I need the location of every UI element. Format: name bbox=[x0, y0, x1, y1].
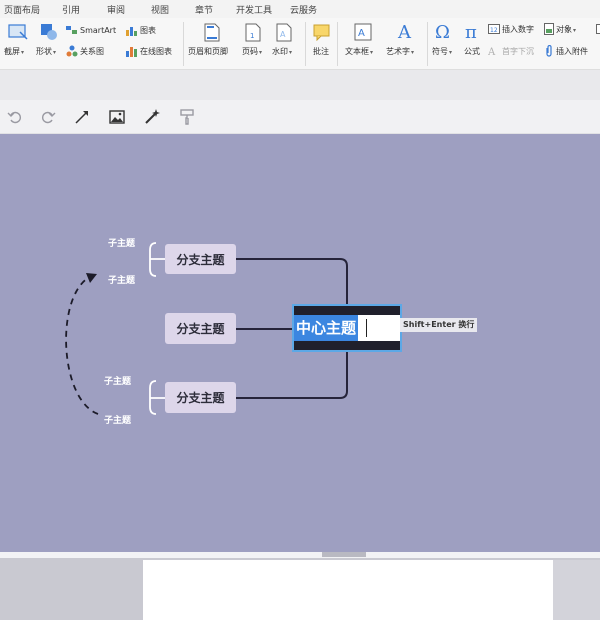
central-topic-editor[interactable]: 中心主题 bbox=[294, 315, 400, 341]
document-page[interactable] bbox=[143, 560, 553, 620]
branch-topic-node[interactable]: 分支主题 bbox=[165, 313, 236, 344]
branch-topic-label: 分支主题 bbox=[176, 391, 225, 405]
subtopic-label[interactable]: 子主题 bbox=[104, 413, 131, 426]
resize-handle[interactable] bbox=[322, 552, 366, 557]
branch-topic-node[interactable]: 分支主题 bbox=[165, 244, 236, 274]
subtopic-label[interactable]: 子主题 bbox=[108, 273, 135, 286]
branch-topic-label: 分支主题 bbox=[176, 252, 225, 267]
branch-topic-label: 分支主题 bbox=[176, 322, 225, 336]
text-cursor bbox=[366, 319, 367, 337]
canvas-bottom-edge bbox=[0, 552, 600, 558]
central-topic-text: 中心主题 bbox=[294, 315, 359, 341]
document-area bbox=[0, 552, 600, 620]
subtopic-label[interactable]: 子主题 bbox=[104, 374, 131, 387]
branch-topic-node[interactable]: 分支主题 bbox=[165, 382, 236, 413]
subtopic-label[interactable]: 子主题 bbox=[108, 236, 135, 249]
line-break-hint: Shift+Enter 换行 bbox=[400, 318, 478, 332]
central-topic-node[interactable]: 中心主题 bbox=[292, 304, 402, 352]
page-margin bbox=[553, 560, 600, 620]
